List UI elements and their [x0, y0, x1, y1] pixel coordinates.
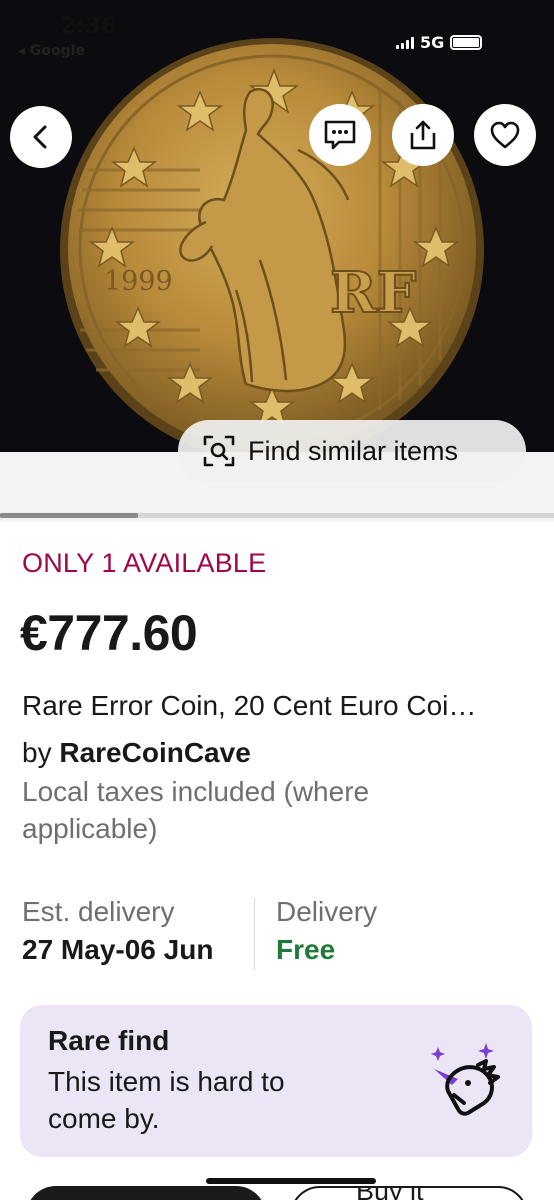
taxes-note: Local taxes included (where applicable) [22, 776, 370, 844]
battery-icon [450, 35, 483, 50]
buy-it-now-button[interactable]: Buy it [290, 1186, 528, 1200]
item-title[interactable]: Rare Error Coin, 20 Cent Euro Coi… [22, 690, 542, 722]
coin-photo: 1999 RF [0, 0, 554, 452]
seller-name-link[interactable]: RareCoinCave [59, 737, 250, 768]
gallery-scroll-thumb[interactable] [0, 513, 138, 518]
buy-it-now-label: Buy it [356, 1188, 424, 1200]
coin-initials: RF [330, 260, 417, 326]
share-icon [410, 120, 436, 150]
find-similar-items-button[interactable]: Find similar items [178, 420, 526, 482]
back-button[interactable] [10, 106, 72, 168]
primary-action-button[interactable] [26, 1186, 266, 1200]
est-delivery-value: 27 May-06 Jun [22, 934, 214, 965]
seller-line: by RareCoinCave [22, 737, 251, 769]
delivery-divider [254, 898, 255, 970]
signal-icon [396, 36, 414, 49]
coin-year: 1999 [104, 266, 173, 297]
network-type: 5G [420, 33, 445, 52]
status-time: 2:36 [60, 14, 117, 39]
chat-icon [324, 120, 356, 150]
visual-search-icon [203, 435, 235, 467]
est-delivery-label: Est. delivery [22, 896, 175, 927]
heart-icon [490, 121, 520, 149]
home-indicator[interactable] [206, 1178, 376, 1184]
rare-find-title: Rare find [48, 1025, 170, 1056]
delivery-cost-block: Delivery Free [276, 896, 377, 966]
product-image[interactable]: 1999 RF 2:36 ◂ Google 5G [0, 0, 554, 452]
rare-find-text: This item is hard to come by. [48, 1066, 285, 1134]
seller-prefix: by [22, 737, 60, 768]
share-button[interactable] [392, 104, 454, 166]
find-similar-label: Find similar items [248, 435, 459, 466]
message-seller-button[interactable] [309, 104, 371, 166]
est-delivery-block: Est. delivery 27 May-06 Jun [22, 896, 213, 966]
availability-label: ONLY 1 AVAILABLE [22, 548, 267, 578]
rare-find-card: Rare find This item is hard to come by. [20, 1005, 532, 1157]
watch-button[interactable] [474, 104, 536, 166]
chevron-left-icon [33, 125, 47, 149]
delivery-value: Free [276, 934, 336, 965]
back-to-app-link[interactable]: ◂ Google [18, 43, 85, 59]
item-price: €777.60 [20, 605, 198, 661]
delivery-label: Delivery [276, 896, 378, 927]
status-indicators: 5G [396, 33, 483, 52]
unicorn-icon [431, 1043, 500, 1116]
